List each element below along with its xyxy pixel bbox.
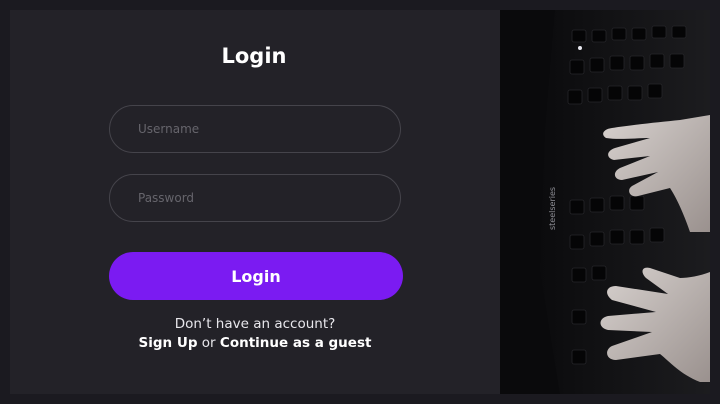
username-input[interactable] [109,105,401,153]
no-account-text: Don’t have an account? [174,316,336,332]
login-screen: Login Login Don’t have an account? Sign … [0,0,720,404]
guest-link[interactable]: Continue as a guest [220,335,372,351]
keyboard-brand-text: steelseries [548,187,557,230]
login-button[interactable]: Login [109,252,403,300]
password-input[interactable] [109,174,401,222]
keyboard-photo: steelseries [500,10,710,394]
keyboard-hands-image: steelseries [500,10,710,394]
account-links: Sign Up or Continue as a guest [0,335,510,351]
sign-up-link[interactable]: Sign Up [139,335,198,351]
or-text: or [201,335,216,351]
page-title: Login [221,44,287,68]
